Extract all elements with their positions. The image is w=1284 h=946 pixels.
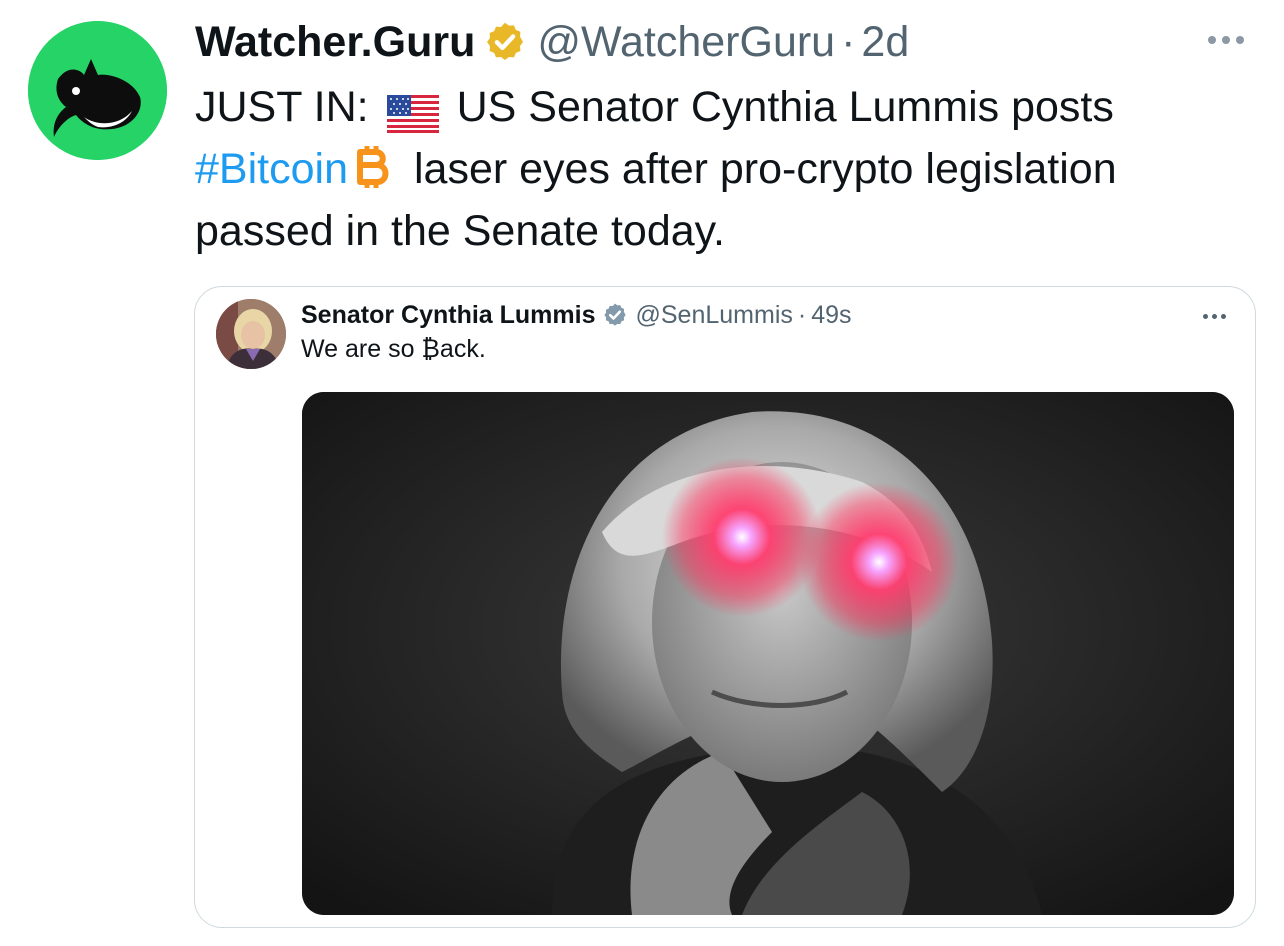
tweet-text-line: JUST IN: US Senator Cynthia Lummis posts: [195, 76, 1275, 138]
tweet-text-part: US Senator Cynthia Lummis posts: [456, 83, 1114, 131]
us-flag-emoji-icon: [386, 88, 439, 133]
tweet-text-part: laser eyes after pro-crypto legislation: [413, 145, 1117, 193]
whale-logo-icon: [28, 21, 167, 160]
laser-eyes-portrait-image[interactable]: [302, 392, 1234, 915]
more-options-icon[interactable]: [1208, 30, 1252, 50]
quoted-timestamp[interactable]: 49s: [811, 301, 851, 330]
author-handle[interactable]: @WatcherGuru: [537, 18, 835, 67]
author-avatar[interactable]: [28, 21, 167, 160]
timestamp[interactable]: 2d: [861, 18, 909, 67]
tweet-header: Watcher.Guru @WatcherGuru · 2d: [195, 14, 909, 70]
quoted-author-handle[interactable]: @SenLummis: [636, 301, 793, 330]
gray-verified-badge-icon[interactable]: [602, 302, 628, 328]
author-name[interactable]: Watcher.Guru: [195, 18, 475, 67]
separator-dot: ·: [841, 17, 856, 66]
more-options-icon[interactable]: [1203, 311, 1231, 321]
gold-verified-badge-icon[interactable]: [483, 20, 527, 64]
senator-profile-photo[interactable]: [216, 299, 286, 369]
quoted-tweet-text: We are so ₿ack.: [301, 335, 486, 363]
separator-dot: ·: [797, 300, 807, 329]
bitcoin-hashtag-link[interactable]: #Bitcoin: [195, 145, 348, 193]
quoted-author-name[interactable]: Senator Cynthia Lummis: [301, 301, 596, 330]
tweet-text-part: JUST IN:: [195, 83, 369, 131]
quoted-tweet-card[interactable]: Senator Cynthia Lummis @SenLummis · 49s …: [194, 286, 1256, 928]
bitcoin-emoji-icon: [352, 144, 392, 190]
tweet-text-line: passed in the Senate today.: [195, 207, 725, 255]
quoted-tweet-header: Senator Cynthia Lummis @SenLummis · 49s: [301, 295, 852, 335]
tweet-text-line: #Bitcoin laser eyes after pro-crypto leg…: [195, 138, 1275, 200]
tweet-text: JUST IN: US Senator Cynthia Lummis posts…: [195, 76, 1275, 262]
